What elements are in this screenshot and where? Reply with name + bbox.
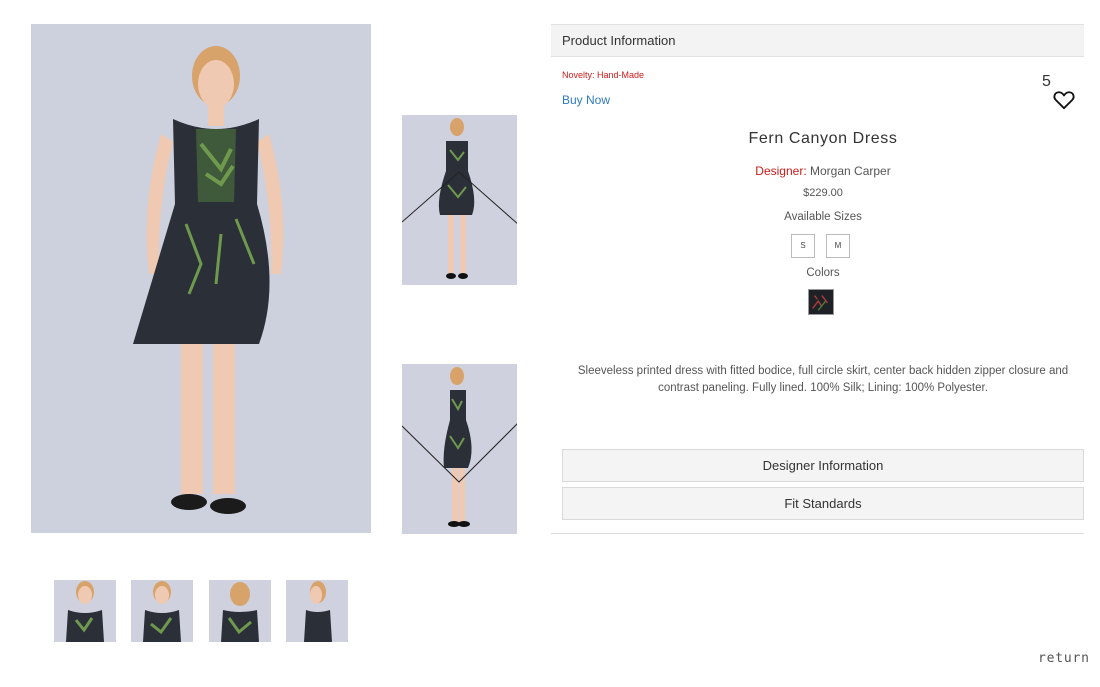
model-front-figure bbox=[31, 24, 371, 533]
main-product-photo bbox=[31, 24, 371, 533]
product-price: $229.00 bbox=[803, 187, 843, 199]
heart-icon[interactable] bbox=[1053, 90, 1075, 110]
model-full-side-figure bbox=[402, 364, 517, 534]
thumbnail-side-figure bbox=[286, 580, 348, 642]
product-information-header: Product Information bbox=[551, 24, 1084, 57]
panel-divider bbox=[551, 533, 1084, 534]
size-option-s[interactable]: S bbox=[791, 234, 815, 258]
buy-now-link[interactable]: Buy Now bbox=[562, 93, 610, 107]
color-swatch-fern-print[interactable] bbox=[808, 289, 834, 315]
colors-label: Colors bbox=[806, 267, 840, 279]
designer-line: Designer: Morgan Carper bbox=[562, 164, 1084, 178]
thumbnail-front-figure bbox=[54, 580, 116, 642]
side-product-photo-front[interactable] bbox=[402, 115, 517, 285]
like-count: 5 bbox=[1042, 73, 1051, 90]
available-sizes-label: Available Sizes bbox=[784, 211, 862, 223]
designer-label: Designer: bbox=[755, 164, 807, 178]
designer-name: Morgan Carper bbox=[810, 164, 891, 178]
return-link[interactable]: return bbox=[1038, 651, 1090, 666]
model-full-front-figure bbox=[402, 115, 517, 285]
fit-standards-accordion[interactable]: Fit Standards bbox=[562, 487, 1084, 520]
thumbnail-front-close-figure bbox=[131, 580, 193, 642]
novelty-tag: Novelty: Hand-Made bbox=[562, 70, 645, 80]
product-information-title: Product Information bbox=[562, 33, 676, 48]
designer-information-accordion[interactable]: Designer Information bbox=[562, 449, 1084, 482]
size-option-m[interactable]: M bbox=[826, 234, 850, 258]
thumbnail-front[interactable] bbox=[54, 580, 116, 642]
thumbnail-back[interactable] bbox=[209, 580, 271, 642]
product-title: Fern Canyon Dress bbox=[748, 130, 898, 147]
side-product-photo-profile[interactable] bbox=[402, 364, 517, 534]
thumbnail-back-figure bbox=[209, 580, 271, 642]
product-description: Sleeveless printed dress with fitted bod… bbox=[577, 365, 1069, 394]
thumbnail-side[interactable] bbox=[286, 580, 348, 642]
thumbnail-front-close[interactable] bbox=[131, 580, 193, 642]
